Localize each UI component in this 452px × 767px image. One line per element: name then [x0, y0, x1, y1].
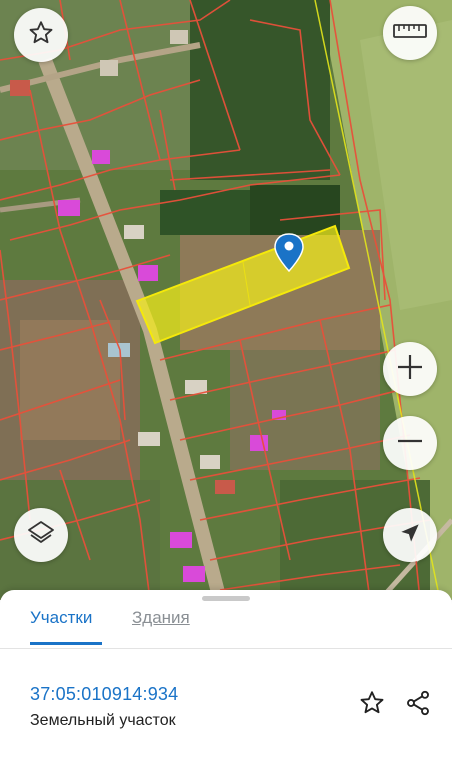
ruler-button[interactable]: [383, 6, 437, 60]
zoom-in-button[interactable]: [383, 342, 437, 396]
bottom-sheet[interactable]: Участки Здания 37:05:010914:934 Земельны…: [0, 590, 452, 767]
map-canvas[interactable]: [0, 0, 452, 600]
star-icon: [27, 19, 55, 52]
tab-buildings[interactable]: Здания: [132, 608, 190, 628]
share-icon: [404, 689, 432, 722]
satellite-map[interactable]: [0, 0, 452, 600]
sheet-grabber[interactable]: [202, 596, 250, 601]
layers-button[interactable]: [14, 508, 68, 562]
ruler-icon: [393, 22, 427, 45]
tab-parcels[interactable]: Участки: [30, 608, 92, 628]
favorite-map-button[interactable]: [14, 8, 68, 62]
tabs-divider: [0, 648, 452, 649]
parcel-type: Земельный участок: [30, 712, 176, 729]
share-button[interactable]: [403, 690, 433, 720]
star-icon: [358, 689, 386, 722]
active-tab-indicator: [30, 642, 102, 645]
location-arrow-icon: [397, 520, 423, 551]
zoom-out-button[interactable]: [383, 416, 437, 470]
layers-icon: [26, 518, 56, 553]
cadastral-number[interactable]: 37:05:010914:934: [30, 684, 178, 705]
plus-icon: [395, 352, 425, 387]
favorite-parcel-button[interactable]: [357, 690, 387, 720]
locate-button[interactable]: [383, 508, 437, 562]
minus-icon: [395, 426, 425, 461]
